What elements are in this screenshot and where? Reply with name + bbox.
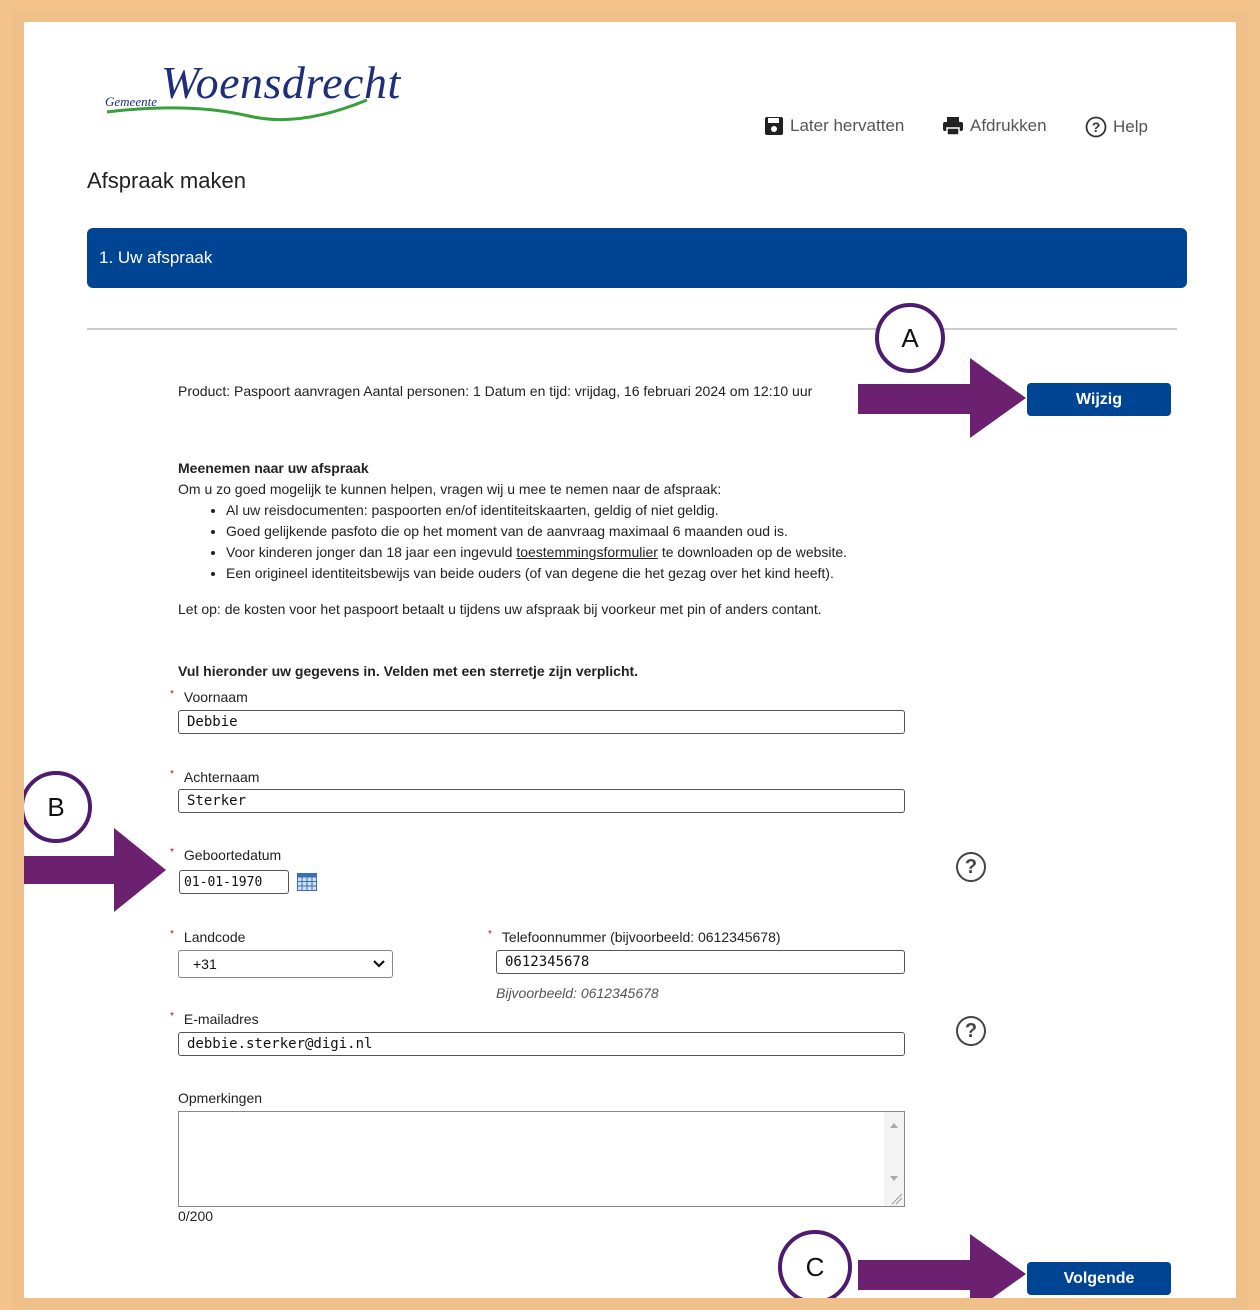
logo-prefix: Gemeente: [105, 94, 157, 109]
help-label: Help: [1113, 117, 1148, 136]
email-input[interactable]: debbie.sterker@digi.nl: [178, 1032, 905, 1056]
later-hervatten-label: Later hervatten: [790, 116, 905, 135]
first-name-label: * Voornaam: [170, 689, 248, 705]
list-item: Voor kinderen jonger dan 18 jaar een ing…: [226, 542, 918, 563]
annotation-arrow-a: [858, 358, 1026, 438]
annotation-circle-b: B: [24, 771, 92, 843]
email-help-icon[interactable]: ?: [956, 1016, 986, 1046]
scrollbar-arrows-icon: [890, 1123, 903, 1205]
change-button[interactable]: Wijzig: [1027, 383, 1171, 416]
later-hervatten-link[interactable]: Later hervatten: [764, 116, 904, 136]
remarks-textarea[interactable]: [178, 1111, 905, 1207]
calendar-icon[interactable]: [297, 873, 317, 891]
save-icon: [765, 117, 783, 135]
country-code-label: * Landcode: [170, 929, 246, 945]
birthdate-help-icon[interactable]: ?: [956, 852, 986, 882]
required-mark: *: [170, 769, 174, 780]
municipality-logo[interactable]: Gemeente Woensdrecht: [99, 50, 401, 140]
phone-label-text: Telefoonnummer (bijvoorbeeld: 0612345678…: [501, 929, 781, 945]
last-name-label: * Achternaam: [170, 769, 260, 785]
required-mark: *: [170, 689, 174, 700]
phone-label: * Telefoonnummer (bijvoorbeeld: 061234567…: [488, 929, 781, 945]
birthdate-value: 01-01-1970: [184, 874, 263, 890]
list-item: Een origineel identiteitsbewijs van beid…: [226, 563, 918, 584]
first-name-label-text: Voornaam: [183, 689, 248, 705]
step-header: 1. Uw afspraak: [87, 228, 1187, 288]
info-heading: Meenemen naar uw afspraak: [178, 460, 369, 476]
last-name-label-text: Achternaam: [183, 769, 260, 785]
next-button[interactable]: Volgende: [1027, 1262, 1171, 1295]
chevron-down-icon: [373, 960, 385, 968]
list-item-text: te downloaden op de website.: [657, 544, 848, 560]
print-label: Afdrukken: [970, 116, 1047, 135]
phone-input[interactable]: 0612345678: [496, 950, 905, 974]
list-item: Goed gelijkende pasfoto die op het momen…: [226, 521, 918, 542]
remarks-counter: 0/200: [178, 1208, 214, 1224]
required-mark: *: [170, 929, 174, 940]
scrollbar[interactable]: [884, 1112, 904, 1206]
print-link[interactable]: Afdrukken: [942, 116, 1047, 136]
help-link[interactable]: ? Help: [1085, 116, 1148, 138]
svg-text:?: ?: [1092, 119, 1101, 135]
first-name-value: Debbie: [187, 714, 238, 730]
annotation-circle-a: A: [875, 303, 945, 373]
logo-name: Woensdrecht: [161, 57, 401, 108]
step-label: 1. Uw afspraak: [99, 248, 213, 267]
info-block: Meenemen naar uw afspraak Om u zo goed m…: [178, 458, 918, 620]
list-item: Al uw reisdocumenten: paspoorten en/of i…: [226, 500, 918, 521]
remarks-label: Opmerkingen: [178, 1090, 263, 1106]
required-mark: *: [170, 1011, 174, 1022]
birthdate-label: * Geboortedatum: [170, 847, 282, 863]
form-instructions: Vul hieronder uw gegevens in. Velden met…: [178, 663, 639, 679]
consent-form-link[interactable]: toestemmingsformulier: [516, 544, 658, 560]
info-list: Al uw reisdocumenten: paspoorten en/of i…: [178, 500, 918, 584]
printer-icon: [943, 117, 963, 136]
help-circle-icon: ?: [1085, 116, 1107, 138]
email-label: * E-mailadres: [170, 1011, 259, 1027]
birthdate-input[interactable]: 01-01-1970: [179, 870, 289, 894]
list-item-text: Voor kinderen jonger dan 18 jaar een ing…: [226, 544, 517, 560]
divider: [87, 328, 1177, 330]
email-value: debbie.sterker@digi.nl: [187, 1036, 373, 1052]
last-name-input[interactable]: Sterker: [178, 789, 905, 813]
last-name-value: Sterker: [187, 793, 247, 809]
annotation-arrow-c: [858, 1234, 1026, 1298]
payment-note: Let op: de kosten voor het paspoort beta…: [178, 601, 822, 617]
required-mark: *: [488, 929, 492, 940]
page: Gemeente Woensdrecht Later hervatten Afd…: [12, 10, 1248, 1310]
country-code-value: +31: [193, 956, 217, 972]
birthdate-label-text: Geboortedatum: [183, 847, 282, 863]
first-name-input[interactable]: Debbie: [178, 710, 905, 734]
page-title: Afspraak maken: [87, 168, 246, 193]
phone-value: 0612345678: [505, 954, 590, 970]
country-code-label-text: Landcode: [183, 929, 246, 945]
annotation-circle-c: C: [778, 1230, 852, 1298]
email-label-text: E-mailadres: [183, 1011, 259, 1027]
country-code-select[interactable]: +31: [178, 950, 393, 978]
appointment-summary: Product: Paspoort aanvragen Aantal perso…: [178, 383, 813, 399]
phone-hint: Bijvoorbeeld: 0612345678: [496, 985, 659, 1001]
info-intro: Om u zo goed mogelijk te kunnen helpen, …: [178, 481, 722, 497]
